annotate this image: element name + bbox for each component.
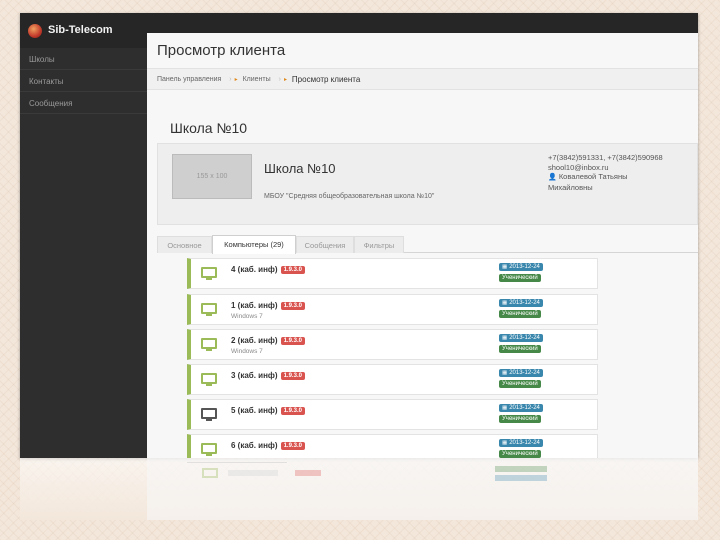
tab-messages[interactable]: Сообщения bbox=[296, 236, 354, 253]
computer-row[interactable]: 1 (каб. инф) 1.9.3.0 Windows 7 ▦ 2013-12-2… bbox=[187, 294, 598, 325]
slide-reflection bbox=[20, 458, 698, 520]
type-badge: Ученический bbox=[499, 380, 541, 388]
sidebar-item-messages[interactable]: Сообщения bbox=[20, 92, 147, 114]
user-icon: 👤 bbox=[548, 174, 557, 181]
brand-name[interactable]: Sib-Telecom bbox=[48, 24, 113, 36]
main-content: Просмотр клиента Панель управления › ▸ Кл… bbox=[147, 33, 698, 458]
computer-row[interactable]: 6 (каб. инф) 1.9.3.0 ▦ 2013-12-24 Ученичес… bbox=[187, 434, 598, 458]
calendar-icon: ▦ bbox=[502, 264, 508, 270]
computer-os: Windows 7 bbox=[231, 348, 263, 355]
version-badge: 1.9.3.0 bbox=[280, 337, 305, 345]
date-badge: ▦ 2013-12-24 bbox=[499, 369, 543, 377]
reflection-version-badge bbox=[295, 470, 321, 476]
client-phones: +7(3842)591331, +7(3842)590968 bbox=[548, 153, 663, 162]
breadcrumb: Панель управления › ▸ Клиенты › ▸ Просмотр… bbox=[147, 68, 698, 90]
computer-os: Windows 7 bbox=[231, 313, 263, 320]
computer-name[interactable]: 4 (каб. инф) 1.9.3.0 bbox=[231, 265, 305, 274]
monitor-icon bbox=[201, 408, 217, 422]
computer-row[interactable]: 4 (каб. инф) 1.9.3.0 ▦ 2013-12-24 Ученичес… bbox=[187, 258, 598, 289]
type-badge: Ученический bbox=[499, 345, 541, 353]
calendar-icon: ▦ bbox=[502, 335, 508, 341]
breadcrumb-separator: › bbox=[278, 76, 281, 83]
computer-name[interactable]: 2 (каб. инф) 1.9.3.0 bbox=[231, 336, 305, 345]
monitor-icon bbox=[201, 338, 217, 352]
tab-filters[interactable]: Фильтры bbox=[354, 236, 404, 253]
client-logo-placeholder: 155 x 100 bbox=[172, 154, 252, 199]
monitor-icon bbox=[201, 303, 217, 317]
monitor-icon bbox=[201, 443, 217, 457]
breadcrumb-arrow-icon: ▸ bbox=[283, 77, 287, 83]
breadcrumb-item-current: Просмотр клиента bbox=[291, 75, 361, 84]
reflection-monitor-icon bbox=[202, 468, 218, 478]
monitor-icon bbox=[201, 267, 217, 281]
contact-person: Ковалевой Татьяны bbox=[558, 172, 628, 181]
sidebar-item-schools[interactable]: Школы bbox=[20, 48, 147, 70]
computer-name[interactable]: 6 (каб. инф) 1.9.3.0 bbox=[231, 441, 305, 450]
version-badge: 1.9.3.0 bbox=[280, 407, 305, 415]
type-badge: Ученический bbox=[499, 415, 541, 423]
calendar-icon: ▦ bbox=[502, 300, 508, 306]
tab-computers[interactable]: Компьютеры (29) bbox=[212, 235, 296, 254]
breadcrumb-arrow-icon: ▸ bbox=[234, 77, 238, 83]
app-window: Sib-Telecom Школы Контакты Сообщения Про… bbox=[20, 13, 698, 458]
version-badge: 1.9.3.0 bbox=[280, 266, 305, 274]
date-badge: ▦ 2013-12-24 bbox=[499, 439, 543, 447]
breadcrumb-item-dashboard[interactable]: Панель управления bbox=[157, 76, 221, 83]
client-email[interactable]: shool10@inbox.ru bbox=[548, 163, 696, 173]
calendar-icon: ▦ bbox=[502, 370, 508, 376]
client-card: 155 x 100 Школа №10 МБОУ "Средняя общеоб… bbox=[157, 143, 698, 225]
date-badge: ▦ 2013-12-24 bbox=[499, 404, 543, 412]
date-badge: ▦ 2013-12-24 bbox=[499, 334, 543, 342]
type-badge: Ученический bbox=[499, 450, 541, 458]
date-badge: ▦ 2013-12-24 bbox=[499, 299, 543, 307]
type-badge: Ученический bbox=[499, 274, 541, 282]
reflection-panel bbox=[147, 458, 698, 520]
client-name: Школа №10 bbox=[264, 161, 336, 176]
type-badge: Ученический bbox=[499, 310, 541, 318]
version-badge: 1.9.3.0 bbox=[280, 372, 305, 380]
version-badge: 1.9.3.0 bbox=[280, 302, 305, 310]
sidebar-item-contacts[interactable]: Контакты bbox=[20, 70, 147, 92]
version-badge: 1.9.3.0 bbox=[280, 442, 305, 450]
monitor-icon bbox=[201, 373, 217, 387]
sidebar: Школы Контакты Сообщения bbox=[20, 48, 147, 458]
client-heading: Школа №10 bbox=[170, 120, 248, 136]
tab-bar: Основное Компьютеры (29) Сообщения Фильт… bbox=[157, 233, 698, 254]
reflection-type-badge bbox=[495, 466, 547, 472]
brand-logo-icon bbox=[28, 24, 42, 38]
reflection-date-badge bbox=[495, 475, 547, 481]
computer-name[interactable]: 3 (каб. инф) 1.9.3.0 bbox=[231, 371, 305, 380]
calendar-icon: ▦ bbox=[502, 440, 508, 446]
computer-name[interactable]: 1 (каб. инф) 1.9.3.0 bbox=[231, 301, 305, 310]
breadcrumb-separator: › bbox=[229, 76, 232, 83]
computer-row[interactable]: 5 (каб. инф) 1.9.3.0 ▦ 2013-12-24 Ученичес… bbox=[187, 399, 598, 430]
page-title: Просмотр клиента bbox=[157, 42, 286, 59]
client-full-name: МБОУ "Средняя общеобразовательная школа … bbox=[264, 193, 435, 200]
computer-name[interactable]: 5 (каб. инф) 1.9.3.0 bbox=[231, 406, 305, 415]
computer-row[interactable]: 2 (каб. инф) 1.9.3.0 Windows 7 ▦ 2013-12-2… bbox=[187, 329, 598, 360]
client-contacts: +7(3842)591331, +7(3842)590968 shool10@i… bbox=[548, 153, 696, 192]
computer-row[interactable]: 3 (каб. инф) 1.9.3.0 ▦ 2013-12-24 Ученичес… bbox=[187, 364, 598, 395]
date-badge: ▦ 2013-12-24 bbox=[499, 263, 543, 271]
reflection-text bbox=[228, 470, 278, 476]
breadcrumb-item-clients[interactable]: Клиенты bbox=[243, 76, 271, 83]
tab-main[interactable]: Основное bbox=[157, 236, 212, 253]
calendar-icon: ▦ bbox=[502, 405, 508, 411]
reflection-line bbox=[187, 462, 287, 463]
contact-person-patronymic: Михайловны bbox=[548, 182, 593, 192]
